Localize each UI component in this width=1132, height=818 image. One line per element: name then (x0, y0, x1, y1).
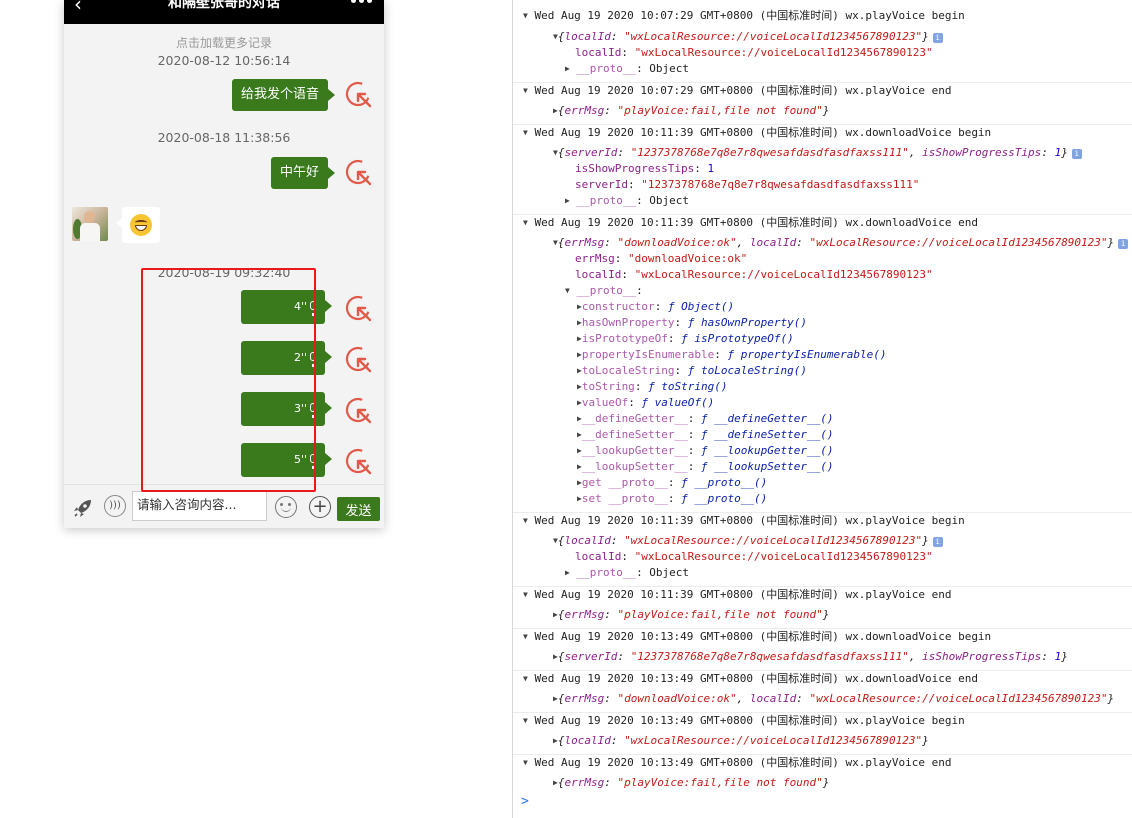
console-proto-method[interactable]: ▶__lookupSetter__: ƒ __lookupSetter__() (513, 459, 1132, 475)
console-proto-method[interactable]: ▶get __proto__: ƒ __proto__() (513, 475, 1132, 491)
console-object-collapsed[interactable]: ▶{errMsg: "downloadVoice:ok", localId: "… (513, 691, 1132, 707)
console-log-header: ▼ Wed Aug 19 2020 10:07:29 GMT+0800 (中国标… (513, 82, 1132, 99)
voice-message-bubble[interactable]: 3'' (241, 392, 332, 426)
console-log-header: ▼ Wed Aug 19 2020 10:13:49 GMT+0800 (中国标… (513, 670, 1132, 687)
console-log-header: ▼ Wed Aug 19 2020 10:11:39 GMT+0800 (中国标… (513, 586, 1132, 603)
console-log-header: ▼ Wed Aug 19 2020 10:11:39 GMT+0800 (中国标… (513, 124, 1132, 141)
voice-message-bubble[interactable]: 2'' (241, 341, 332, 375)
console-object-property: localId: "wxLocalResource://voiceLocalId… (575, 550, 933, 563)
console-proto-collapsed[interactable]: ▶ __proto__: Object (513, 565, 1132, 581)
voice-duration: 4'' (293, 300, 307, 313)
console-object-expanded[interactable]: ▼{localId: "wxLocalResource://voiceLocal… (513, 29, 1132, 45)
console-object-collapsed[interactable]: ▶{localId: "wxLocalResource://voiceLocal… (513, 733, 1132, 749)
console-object-collapsed[interactable]: ▶{serverId: "1237378768e7q8e7r8qwesafdas… (513, 649, 1132, 665)
message-input[interactable] (132, 491, 267, 521)
console-object-property: serverId: "1237378768e7q8e7r8qwesafdasdf… (575, 178, 920, 191)
message-bubble-emoji[interactable] (116, 207, 160, 243)
cursor-avatar-icon (345, 397, 372, 424)
microphone-icon (310, 352, 316, 367)
contact-avatar[interactable] (72, 207, 108, 241)
console-log-header: ▼ Wed Aug 19 2020 10:11:39 GMT+0800 (中国标… (513, 512, 1132, 529)
timestamp: 2020-08-12 10:56:14 (157, 53, 291, 68)
voice-duration: 3'' (293, 402, 307, 415)
microphone-icon (310, 301, 316, 316)
console-proto-method[interactable]: ▶hasOwnProperty: ƒ hasOwnProperty() (513, 315, 1132, 331)
voice-input-icon[interactable]: ))) (104, 495, 126, 517)
voice-message-bubble[interactable]: 5'' (241, 443, 332, 477)
console-object-expanded[interactable]: ▼{localId: "wxLocalResource://voiceLocal… (513, 533, 1132, 549)
message-bubble-text[interactable]: 给我发个语音 (231, 79, 336, 111)
console-proto-method[interactable]: ▶set __proto__: ƒ __proto__() (513, 491, 1132, 507)
console-object-collapsed[interactable]: ▶{errMsg: "playVoice:fail,file not found… (513, 775, 1132, 791)
console-proto-method[interactable]: ▶propertyIsEnumerable: ƒ propertyIsEnume… (513, 347, 1132, 363)
voice-duration: 2'' (293, 351, 307, 364)
chat-window: ‹ 和隔壁张哥的对话 点击加载更多记录 2020-08-12 10:56:14 … (64, 0, 384, 528)
console-object-property: errMsg: "downloadVoice:ok" (575, 252, 748, 265)
input-bar: ))) + 发送 (64, 484, 384, 528)
cursor-avatar-icon (345, 346, 372, 373)
console-object-property: isShowProgressTips: 1 (575, 162, 715, 175)
voice-duration: 5'' (293, 453, 307, 466)
microphone-icon (310, 454, 316, 469)
console-object-collapsed[interactable]: ▶{errMsg: "playVoice:fail,file not found… (513, 103, 1132, 119)
console-log-header: ▼ Wed Aug 19 2020 10:07:29 GMT+0800 (中国标… (523, 9, 965, 22)
console-log-header: ▼ Wed Aug 19 2020 10:13:49 GMT+0800 (中国标… (513, 712, 1132, 729)
console-object-expanded[interactable]: ▼{errMsg: "downloadVoice:ok", localId: "… (513, 235, 1132, 251)
console-proto-method[interactable]: ▶constructor: ƒ Object() (513, 299, 1132, 315)
more-dots-icon[interactable] (351, 0, 372, 3)
console-proto-collapsed[interactable]: ▶ __proto__: Object (513, 193, 1132, 209)
send-button[interactable]: 发送 (337, 497, 380, 521)
timestamp: 2020-08-18 11:38:56 (157, 130, 291, 145)
console-proto-method[interactable]: ▶__defineSetter__: ƒ __defineSetter__() (513, 427, 1132, 443)
console-proto-method[interactable]: ▶valueOf: ƒ valueOf() (513, 395, 1132, 411)
console-proto-method[interactable]: ▶toLocaleString: ƒ toLocaleString() (513, 363, 1132, 379)
chat-title: 和隔壁张哥的对话 (168, 0, 280, 11)
cursor-avatar-icon (345, 448, 372, 475)
grinning-face-icon (130, 214, 152, 236)
console-log-header: ▼ Wed Aug 19 2020 10:11:39 GMT+0800 (中国标… (513, 214, 1132, 231)
cursor-avatar-icon (345, 295, 372, 322)
plus-icon[interactable]: + (309, 496, 331, 518)
console-object-collapsed[interactable]: ▶{errMsg: "playVoice:fail,file not found… (513, 607, 1132, 623)
console-proto-method[interactable]: ▶__defineGetter__: ƒ __defineGetter__() (513, 411, 1132, 427)
rocket-icon[interactable] (72, 497, 94, 519)
title-bar: ‹ 和隔壁张哥的对话 (64, 0, 384, 24)
microphone-icon (310, 403, 316, 418)
console-object-property: localId: "wxLocalResource://voiceLocalId… (575, 268, 933, 281)
devtools-console: ▼ Wed Aug 19 2020 10:07:29 GMT+0800 (中国标… (512, 0, 1132, 818)
console-prompt[interactable]: > (521, 794, 529, 809)
cursor-avatar-icon (345, 81, 372, 108)
console-proto-method[interactable]: ▶isPrototypeOf: ƒ isPrototypeOf() (513, 331, 1132, 347)
message-bubble-text[interactable]: 中午好 (270, 157, 336, 189)
console-log-header: ▼ Wed Aug 19 2020 10:13:49 GMT+0800 (中国标… (513, 754, 1132, 771)
emoji-picker-icon[interactable] (275, 496, 297, 518)
console-object-property: localId: "wxLocalResource://voiceLocalId… (575, 46, 933, 59)
console-log-header: ▼ Wed Aug 19 2020 10:13:49 GMT+0800 (中国标… (513, 628, 1132, 645)
console-object-expanded[interactable]: ▼{serverId: "1237378768e7q8e7r8qwesafdas… (513, 145, 1132, 161)
console-proto-expanded[interactable]: ▼ __proto__: (513, 283, 1132, 299)
cursor-avatar-icon (345, 159, 372, 186)
console-proto-method[interactable]: ▶__lookupGetter__: ƒ __lookupGetter__() (513, 443, 1132, 459)
console-proto-collapsed[interactable]: ▶ __proto__: Object (513, 61, 1132, 77)
voice-message-bubble[interactable]: 4'' (241, 290, 332, 324)
timestamp: 2020-08-19 09:32:40 (157, 265, 291, 280)
load-more-link[interactable]: 点击加载更多记录 (64, 34, 384, 51)
console-proto-method[interactable]: ▶toString: ƒ toString() (513, 379, 1132, 395)
